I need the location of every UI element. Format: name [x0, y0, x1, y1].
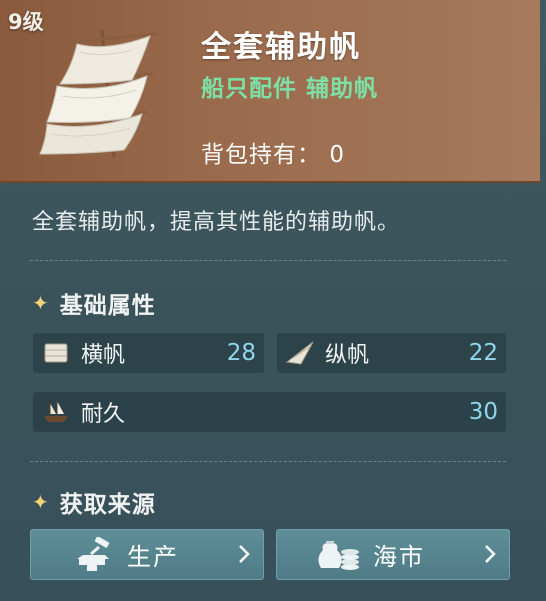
item-name: 全套辅助帆: [201, 30, 361, 65]
stat-value: 22: [468, 340, 498, 366]
item-header: 9级 全套辅助帆 船只配件 辅助帆 背包持有： 0: [0, 0, 540, 183]
stat-label: 横帆: [81, 343, 126, 368]
item-category: 船只配件 辅助帆: [201, 76, 379, 102]
anvil-hammer-icon: [73, 535, 117, 575]
fore-and-aft-sail-icon: [285, 338, 315, 368]
source-production-button[interactable]: 生产: [30, 529, 264, 580]
item-description: 全套辅助帆，提高其性能的辅助帆。: [32, 210, 401, 235]
source-production-label: 生产: [127, 543, 179, 571]
sources-title: 获取来源: [59, 492, 156, 518]
stat-label: 纵帆: [325, 343, 370, 368]
inventory-count-label: 背包持有：: [201, 142, 321, 168]
source-market-label: 海市: [373, 543, 425, 571]
basic-attributes-title: 基础属性: [59, 293, 156, 319]
stat-label: 耐久: [81, 402, 126, 427]
auxiliary-sail-icon: [39, 29, 158, 158]
stat-value: 28: [226, 340, 256, 366]
ship-durability-icon: [41, 397, 71, 427]
basic-attributes-heading: ✦ 基础属性: [32, 286, 156, 320]
item-tooltip-panel: 9级 全套辅助帆 船只配件 辅助帆 背包持有： 0 全套辅助帆，提高其性能的辅助…: [0, 0, 546, 601]
stat-durability: 耐久 30: [33, 392, 506, 432]
sparkle-icon: ✦: [32, 291, 50, 315]
divider: [30, 461, 506, 462]
chevron-right-icon: [485, 545, 496, 563]
chevron-right-icon: [239, 545, 250, 563]
sources-heading: ✦ 获取来源: [32, 485, 156, 519]
sparkle-icon: ✦: [32, 490, 50, 514]
source-market-button[interactable]: 海市: [276, 529, 510, 580]
stat-fore-and-aft-sail: 纵帆 22: [277, 333, 506, 373]
stat-value: 30: [468, 399, 498, 425]
stat-square-sail: 横帆 28: [33, 333, 264, 373]
inventory-count: 背包持有： 0: [201, 135, 345, 169]
money-bags-icon: [317, 535, 361, 575]
inventory-count-value: 0: [329, 142, 345, 168]
divider: [30, 260, 506, 261]
square-sail-icon: [41, 338, 71, 368]
